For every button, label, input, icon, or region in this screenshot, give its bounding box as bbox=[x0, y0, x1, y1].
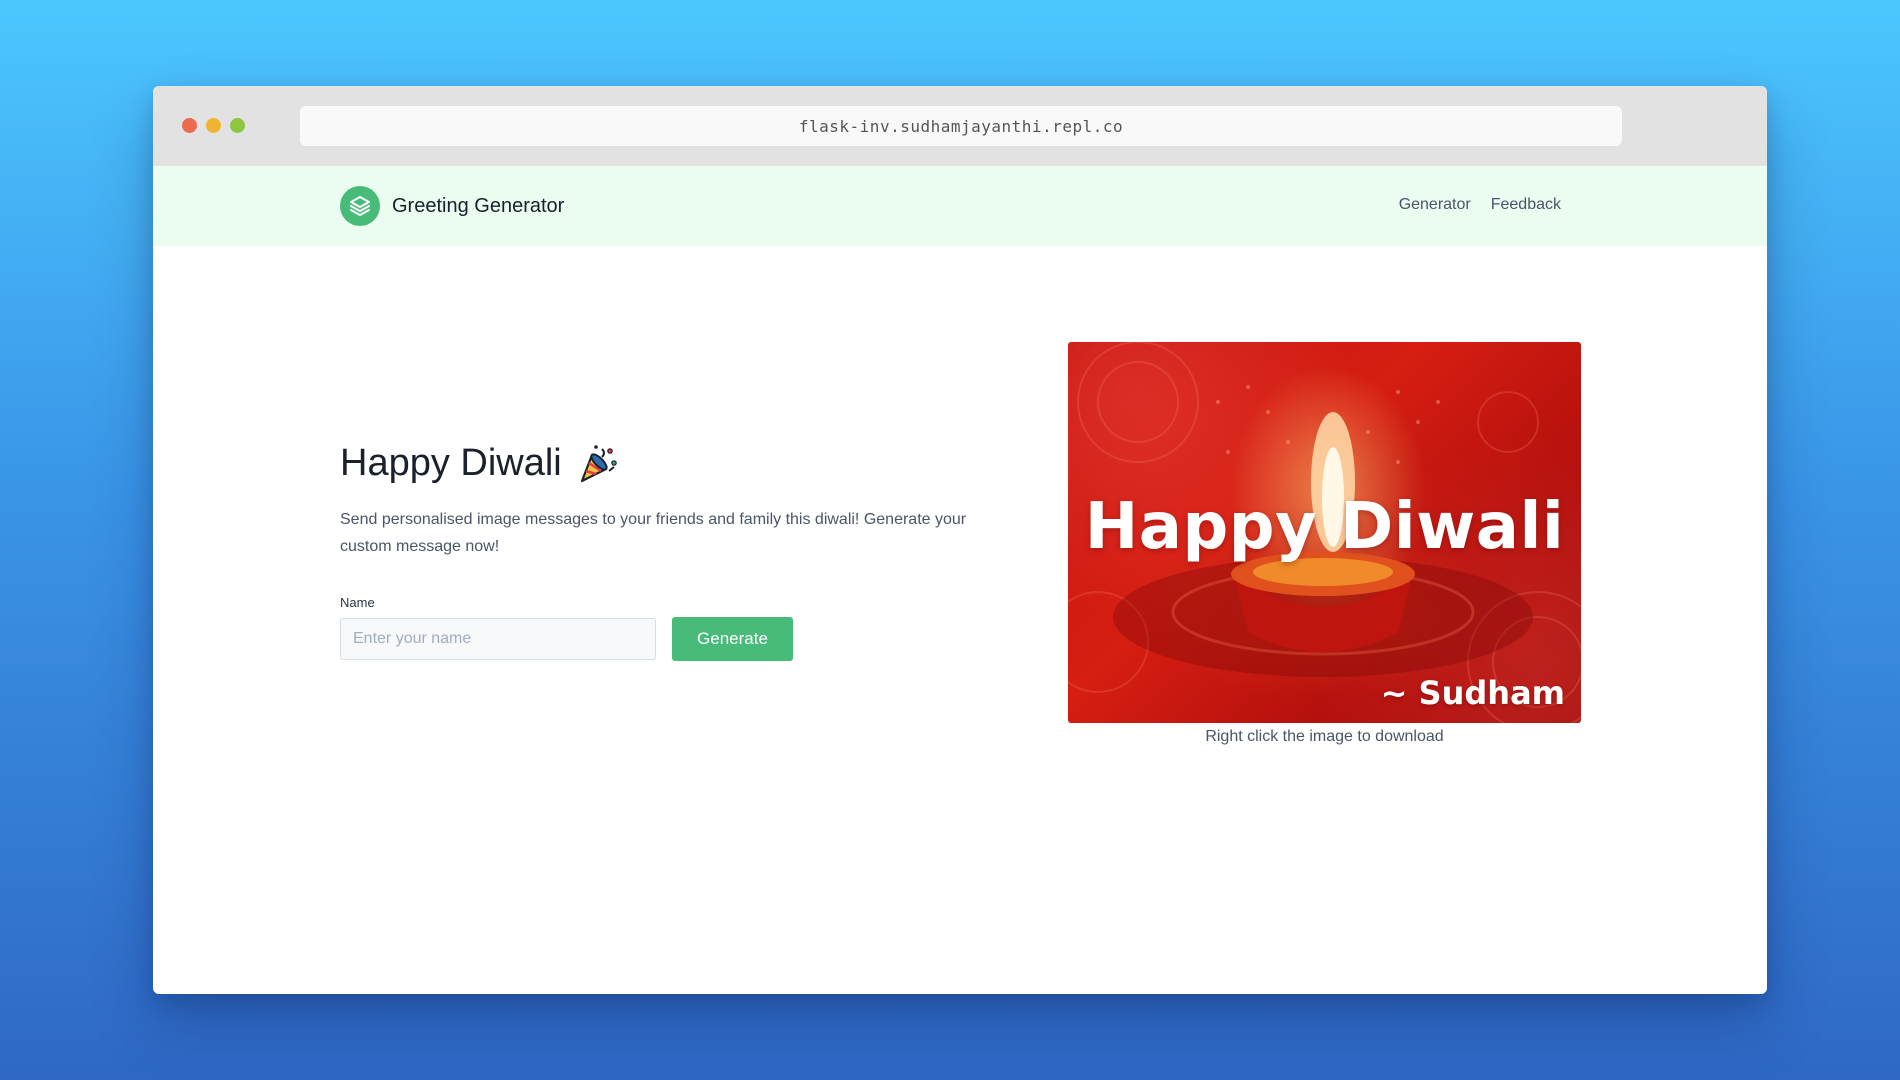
nav-link-feedback[interactable]: Feedback bbox=[1491, 196, 1561, 214]
page-title: Happy Diwali bbox=[340, 441, 620, 485]
address-bar-url: flask-inv.sudhamjayanthi.repl.co bbox=[798, 116, 1124, 136]
close-window-button[interactable] bbox=[182, 118, 197, 133]
zoom-window-button[interactable] bbox=[230, 118, 245, 133]
greeting-image-title: Happy Diwali bbox=[1084, 490, 1565, 564]
greeting-image-signature: ~ Sudham bbox=[1380, 674, 1565, 712]
page-description: Send personalised image messages to your… bbox=[340, 511, 967, 555]
brand[interactable]: Greeting Generator bbox=[340, 186, 564, 226]
party-popper-icon bbox=[580, 445, 617, 483]
minimize-window-button[interactable] bbox=[206, 118, 221, 133]
page-title-text: Happy Diwali bbox=[340, 441, 562, 484]
download-hint: Right click the image to download bbox=[1205, 728, 1444, 745]
address-bar[interactable]: flask-inv.sudhamjayanthi.repl.co bbox=[300, 106, 1622, 146]
greeting-image[interactable]: Happy Diwali ~ Sudham bbox=[1068, 342, 1581, 723]
nav-link-generator[interactable]: Generator bbox=[1399, 196, 1471, 214]
generate-button[interactable]: Generate bbox=[672, 617, 793, 661]
nav-links: Generator Feedback bbox=[1399, 196, 1561, 214]
site-navbar: Greeting Generator Generator Feedback bbox=[153, 166, 1767, 246]
brand-name: Greeting Generator bbox=[392, 194, 565, 217]
name-input[interactable] bbox=[340, 618, 656, 660]
browser-window: flask-inv.sudhamjayanthi.repl.co Greetin… bbox=[153, 86, 1767, 994]
layers-icon bbox=[340, 186, 380, 226]
browser-chrome: flask-inv.sudhamjayanthi.repl.co bbox=[153, 86, 1767, 166]
name-field-label: Name bbox=[340, 595, 375, 610]
